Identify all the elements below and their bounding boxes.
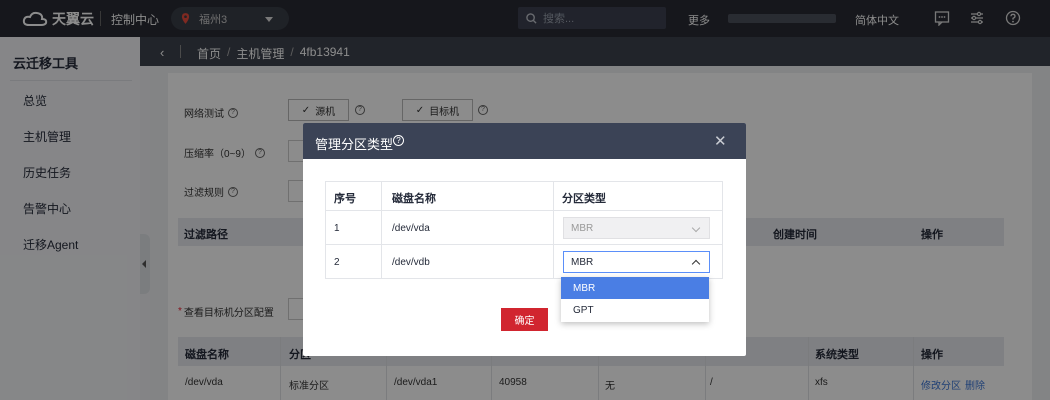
partition-type-dropdown: MBR GPT <box>561 277 709 322</box>
close-icon[interactable]: ✕ <box>714 132 727 150</box>
row-seq: 2 <box>334 257 340 268</box>
chevron-down-icon <box>691 223 701 233</box>
partition-type-select-2[interactable]: MBR <box>563 251 710 273</box>
col-seq: 序号 <box>334 193 356 205</box>
row-disk-name: /dev/vdb <box>392 257 430 268</box>
confirm-button[interactable]: 确定 <box>501 308 548 331</box>
dialog-header: 管理分区类型 ? ✕ <box>303 123 746 159</box>
col-disk-name: 磁盘名称 <box>392 193 436 205</box>
partition-type-select-1: MBR <box>563 217 710 239</box>
dropdown-option-gpt[interactable]: GPT <box>561 299 709 321</box>
row-disk-name: /dev/vda <box>392 223 430 234</box>
row-seq: 1 <box>334 223 340 234</box>
dialog-title: 管理分区类型 <box>315 137 394 152</box>
chevron-up-icon <box>691 259 701 269</box>
help-icon[interactable]: ? <box>393 135 404 146</box>
dropdown-option-mbr[interactable]: MBR <box>561 277 709 299</box>
col-partition-type: 分区类型 <box>562 193 606 205</box>
partition-type-table: 序号 磁盘名称 分区类型 1 /dev/vda MBR 2 /dev/vdb M… <box>325 181 723 279</box>
